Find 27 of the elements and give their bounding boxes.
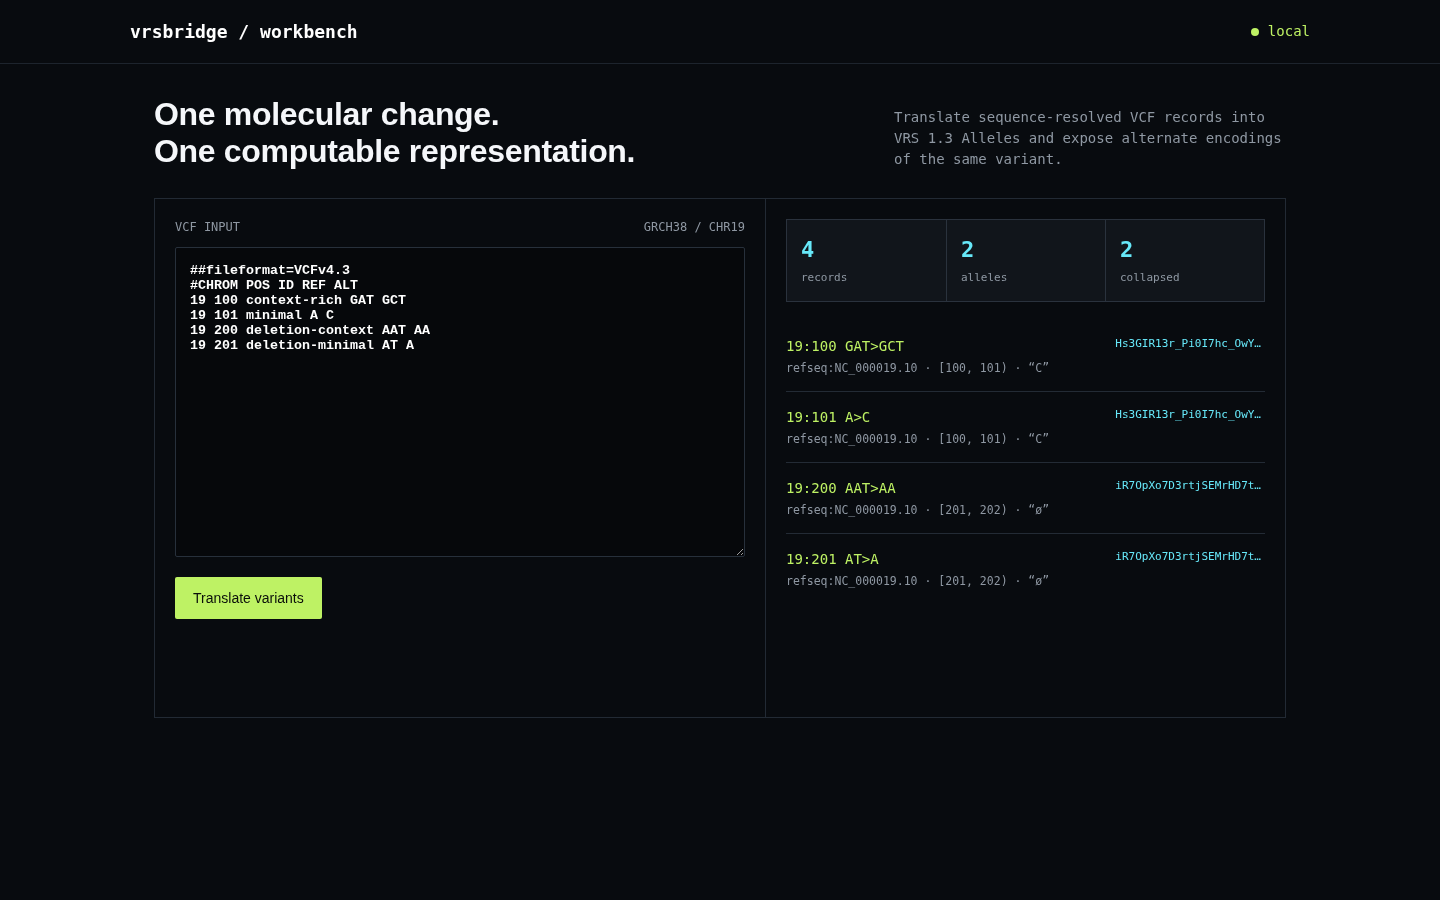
allele-location: refseq:NC_000019.10 · [100, 101) · “C” (786, 431, 1050, 447)
variant-title: 19:101 A>C (786, 408, 872, 427)
allele-location: refseq:NC_000019.10 · [201, 202) · “ø” (786, 502, 1050, 518)
stat-value: 4 (801, 236, 816, 264)
allele-location: refseq:NC_000019.10 · [100, 101) · “C” (786, 360, 1050, 376)
variant-title: 19:201 AT>A (786, 550, 880, 569)
allele-id: Hs3GIR13r_Pi0I7hc_OwY… (1115, 407, 1261, 423)
allele-location: refseq:NC_000019.10 · [201, 202) · “ø” (786, 573, 1050, 589)
page-heading: One molecular change. One computable representation. (154, 96, 636, 170)
page-description: Translate sequence-resolved VCF records into VRS 1.3 Alleles and expose alternate encodings of the same variant. (894, 108, 1283, 169)
environment-label: local (1267, 22, 1310, 41)
assembly-label: GRCH38 / CHR19 (643, 219, 745, 236)
allele-id: Hs3GIR13r_Pi0I7hc_OwY… (1115, 336, 1261, 352)
vcf-input-field[interactable]: ##fileformat=VCFv4.3 #CHROM POS ID REF ALT 19 100 context-rich GAT GCT 19 101 minimal A C 19 200 deletion-context AAT AA 19 201 deletion-minimal AT A (175, 247, 745, 557)
stat-label: alleles (961, 270, 1009, 286)
variant-title: 19:200 AAT>AA (786, 479, 897, 498)
stat-value: 2 (961, 236, 976, 264)
input-label: VCF INPUT (175, 219, 241, 236)
stat-label: collapsed (1120, 270, 1181, 286)
variant-title: 19:100 GAT>GCT (786, 337, 905, 356)
allele-id: iR7OpXo7D3rtjSEMrHD7t… (1115, 549, 1261, 565)
translate-button[interactable]: Translate variants (175, 577, 322, 619)
stat-label: records (801, 270, 849, 286)
status-dot-icon (1250, 27, 1259, 36)
stat-value: 2 (1120, 236, 1135, 264)
app-title: vrsbridge / workbench (130, 20, 358, 44)
allele-id: iR7OpXo7D3rtjSEMrHD7t… (1115, 478, 1261, 494)
